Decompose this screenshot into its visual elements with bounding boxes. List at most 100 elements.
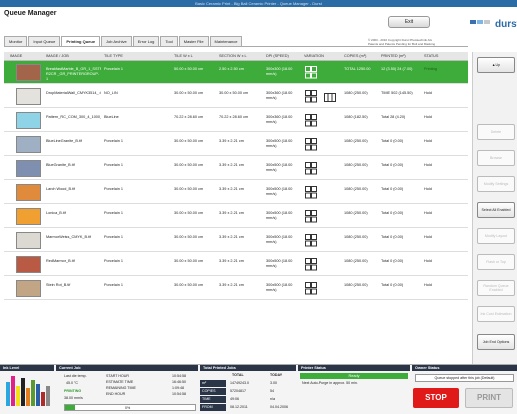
cell-job: BlueGranite_B.tif [46,163,75,167]
table-row[interactable]: Lonica_B.tif Porcelain 1 30.00 x 50.00 cm 3… [4,205,468,228]
end-hour-value: 10:54:58 [172,392,186,396]
table-row[interactable]: DropMaterialWall_CMYK3514_.tif NO_LIN 30.0… [4,85,468,108]
side-button-select-all-enabled[interactable]: Select All Enabled [477,202,515,218]
cell-tile-type: Porcelain 1 [104,67,123,71]
printer-status-state: Ready [300,373,408,379]
side-button-modify-settings[interactable]: Modify Settings [477,176,515,192]
side-button-modify-layout[interactable]: Modify Layout [477,228,515,244]
queue-mode-select[interactable]: Queue stopped after this job (Default) [415,374,514,382]
tab-error-log[interactable]: Error Log [132,36,160,46]
variation-icon [305,234,317,247]
cell-printed: Total 0 (0.00) [381,211,404,215]
cell-status: Hold [424,91,432,95]
variation-icon [305,114,317,127]
tab-maintenance[interactable]: Maintenance [209,36,243,46]
print-button[interactable]: PRINT [465,388,513,408]
table-row[interactable]: MarmorWeiss_CMYK_B.tif Porcelain 1 30.00 x… [4,229,468,252]
tile-thumbnail [16,64,41,81]
variation-icon [305,90,317,103]
side-button-up[interactable]: ▲ Up [477,57,515,73]
ink-bar-magenta [11,376,15,406]
cell-section-wl: 70.22 x 28.60 cm [219,115,249,119]
cell-tile-wl: 30.00 x 50.00 cm [174,283,204,287]
job-progress-fill [65,405,76,410]
table-row[interactable]: BlueGranite_B.tif Porcelain 1 30.00 x 50.0… [4,157,468,180]
cell-tile-wl: 70.22 x 28.60 cm [174,115,204,119]
end-hour-label: END HOUR [106,392,126,396]
tile-thumbnail [16,184,41,201]
col-image-job: IMAGE / JOB [46,54,69,58]
variation-icon [305,258,317,271]
side-button-delete[interactable]: Delete [477,124,515,140]
total-col-header: TOTAL [232,373,244,377]
table-row[interactable]: Pattern_RC_COM_300_4_1000_clip_CMYK.tifB… [4,109,468,132]
cell-copies: 1080 (250.00) [344,91,368,95]
ink-bar-yellow [16,386,20,406]
ink-bar-cyan [6,382,10,406]
side-button-random-queue-enabled[interactable]: Random Queue Enabled [477,280,515,296]
logo-text: durst [495,19,517,30]
cell-printed: TIME 502 (145.50) [381,91,413,95]
table-row[interactable]: Stein Rot_B.tif Porcelain 1 30.00 x 50.00 … [4,277,468,300]
table-row[interactable]: RedMarmor_B.tif Porcelain 1 30.00 x 50.00 … [4,253,468,276]
table-row[interactable]: Larch Wood_B.tif Porcelain 1 30.00 x 50.00… [4,181,468,204]
cell-tile-type: NO_LIN [104,91,118,95]
tab-input-queue[interactable]: Input Queue [28,36,61,46]
tile-thumbnail [16,280,41,297]
total-printed-table: TOTAL TODAY m² 14749243.0 3.00 COPIES 572048… [200,371,296,414]
exit-button[interactable]: Exit [388,16,430,28]
side-button-job-end-options[interactable]: Job End Options [477,334,515,350]
start-hour-label: START HOUR [106,374,129,378]
cell-job: Larch Wood_B.tif [46,187,76,191]
logo-square-blue [470,20,476,24]
side-button-label: Browse [490,156,502,160]
stop-button[interactable]: STOP [413,388,459,408]
tab-bar: Monitor Input Queue Printing Queue Job A… [4,36,243,46]
tab-tool[interactable]: Tool [160,36,178,46]
copyright-text: © 2003 - 2010 Copyright Durst Phototechn… [368,38,468,46]
tab-printing-queue[interactable]: Printing Queue [61,36,101,46]
tile-thumbnail [16,232,41,249]
cell-status: Hold [424,163,432,167]
cell-dpi: 300x300 (18.00 mm/s) [266,67,293,76]
tab-job-archive[interactable]: Job Archive [101,36,132,46]
variation-icon [305,138,317,151]
totals-row-total: 57204817 [230,389,246,393]
side-button-label: Select All Enabled [481,208,511,212]
printing-state: PRINTING [64,389,82,393]
page-title: Queue Manager [4,10,57,17]
cell-printed: Total 0 (0.00) [381,259,404,263]
cell-copies: 1080 (250.00) [344,163,368,167]
cell-status: Hold [424,259,432,263]
totals-row-label: COPIES [200,388,226,395]
cell-tile-wl: 50.00 x 50.00 cm [174,67,204,71]
cell-copies: 1080 (250.00) [344,211,368,215]
cell-status: Hold [424,187,432,191]
tile-thumbnail [16,88,41,105]
table-row[interactable]: BreakfastMarble_B_GR_1_SSTR R2CR _GR_PRI… [4,61,468,84]
section-layout-icon [324,93,336,102]
ink-level-title: Ink Level [0,365,54,371]
tab-master-file[interactable]: Master File [178,36,209,46]
side-button-browse[interactable]: Browse [477,150,515,166]
cell-job: RedMarmor_B.tif [46,259,75,263]
logo-square-grey [484,20,490,24]
cell-copies: TOTAL 1250.00 [344,67,371,71]
table-row[interactable]: BlueLineGranite_B.tif Porcelain 1 30.00 x … [4,133,468,156]
app-header: Queue Manager Exit durst © 2003 - 2010 C… [0,7,517,46]
cell-status: Hold [424,235,432,239]
cell-copies: 1080 (182.50) [344,115,368,119]
cell-dpi: 300x500 (18.00 mm/s) [266,211,293,220]
tab-monitor[interactable]: Monitor [4,36,28,46]
side-button-label: Job End Options [482,340,510,344]
cell-printed: Total 28 (4.20) [381,115,406,119]
col-status: STATUS [424,54,439,58]
col-copies: COPIES (m²) [344,54,367,58]
side-button-ink-cost-estimation[interactable]: Ink Cost Estimation [477,306,515,322]
cell-tile-type: Porcelain 1 [104,139,123,143]
side-button-flash-or-top[interactable]: Flash or Top [477,254,515,270]
last-die-temp-label: Last die temp. [64,374,87,378]
cell-tile-wl: 30.00 x 50.00 cm [174,259,204,263]
cell-printed: Total 0 (0.00) [381,139,404,143]
cell-status: Hold [424,283,432,287]
